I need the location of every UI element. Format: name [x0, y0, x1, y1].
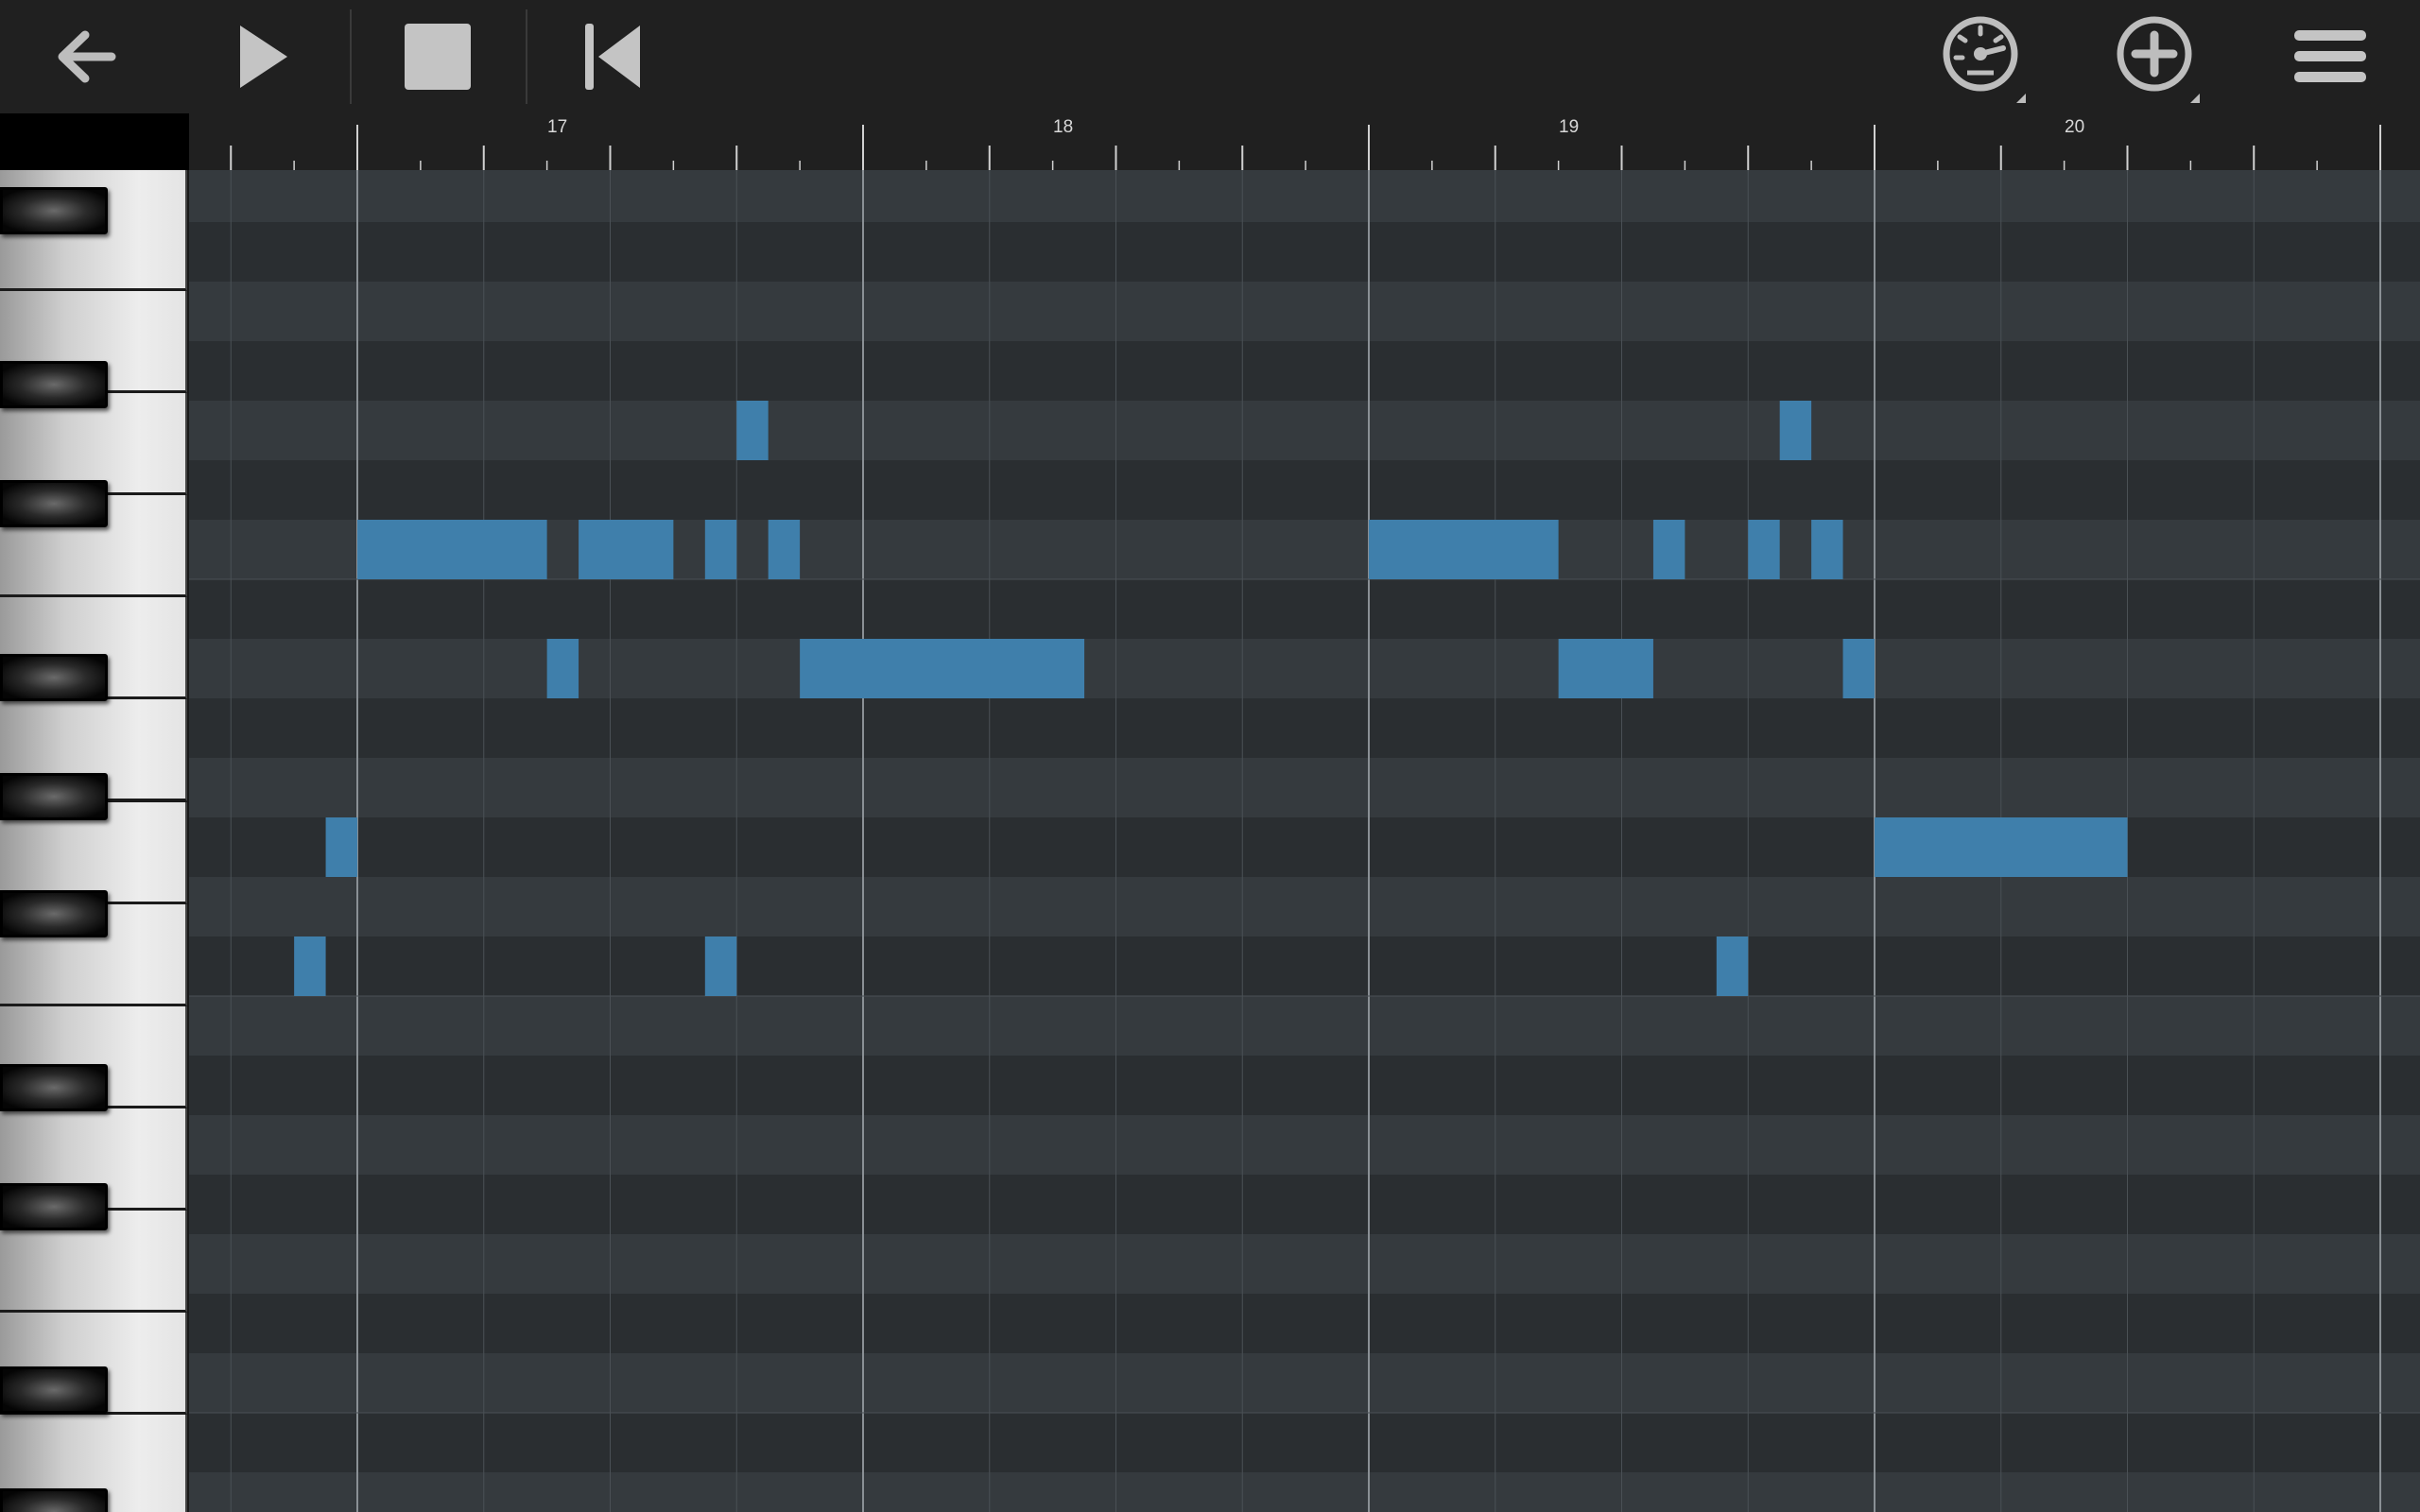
- midi-note[interactable]: [1875, 817, 2128, 877]
- midi-note[interactable]: [1716, 936, 1749, 996]
- note-grid-canvas: [189, 170, 2420, 1512]
- midi-note[interactable]: [704, 520, 737, 579]
- grid-row: [189, 282, 2420, 341]
- grid-row: [189, 877, 2420, 936]
- menu-button[interactable]: [2245, 0, 2415, 113]
- metronome-gauge-icon: [1943, 16, 2026, 103]
- black-key[interactable]: [0, 1366, 108, 1414]
- black-key[interactable]: [0, 361, 108, 408]
- grid-row: [189, 698, 2420, 758]
- grid-row: [189, 222, 2420, 282]
- midi-note[interactable]: [1779, 401, 1812, 460]
- black-key[interactable]: [0, 890, 108, 937]
- black-key[interactable]: [0, 480, 108, 527]
- black-key[interactable]: [0, 654, 108, 701]
- grid-row: [189, 579, 2420, 639]
- bar-label-20: 20: [2065, 117, 2085, 137]
- grid-row: [189, 1413, 2420, 1472]
- tempo-button[interactable]: [1898, 0, 2068, 113]
- midi-note[interactable]: [325, 817, 357, 877]
- stop-icon: [405, 24, 471, 90]
- rewind-button[interactable]: [529, 0, 700, 113]
- bar-label-17: 17: [547, 117, 568, 137]
- midi-note[interactable]: [800, 639, 1085, 698]
- black-key[interactable]: [0, 1064, 108, 1111]
- toolbar-separator: [350, 9, 352, 104]
- grid-row: [189, 170, 2420, 222]
- midi-note[interactable]: [1748, 520, 1780, 579]
- note-grid[interactable]: [189, 170, 2420, 1512]
- arrow-left-icon: [58, 30, 116, 83]
- toolbar-separator: [526, 9, 527, 104]
- bar-label-19: 19: [1559, 117, 1580, 137]
- add-button[interactable]: [2072, 0, 2242, 113]
- grid-row: [189, 1472, 2420, 1512]
- black-key[interactable]: [0, 1488, 108, 1512]
- back-button[interactable]: [3, 0, 173, 113]
- grid-row: [189, 1294, 2420, 1353]
- grid-row: [189, 1234, 2420, 1294]
- grid-row: [189, 460, 2420, 520]
- grid-row: [189, 341, 2420, 401]
- grid-row: [189, 996, 2420, 1056]
- grid-row: [189, 1115, 2420, 1175]
- skip-to-start-icon: [585, 24, 640, 90]
- midi-note[interactable]: [579, 520, 674, 579]
- black-key[interactable]: [0, 1183, 108, 1230]
- grid-row: [189, 1353, 2420, 1413]
- ruler-ticks: [230, 125, 2381, 170]
- grid-row: [189, 936, 2420, 996]
- play-button[interactable]: [175, 0, 345, 113]
- midi-note[interactable]: [1842, 639, 1875, 698]
- grid-row: [189, 401, 2420, 460]
- plus-circle-icon: [2117, 16, 2200, 103]
- midi-note[interactable]: [546, 639, 579, 698]
- ruler-corner: [0, 113, 189, 170]
- midi-note[interactable]: [1811, 520, 1843, 579]
- midi-note[interactable]: [1558, 639, 1653, 698]
- grid-row: [189, 758, 2420, 817]
- timeline-ruler[interactable]: 17 18 19 20: [189, 113, 2420, 170]
- stop-button[interactable]: [353, 0, 523, 113]
- midi-note[interactable]: [1369, 520, 1559, 579]
- grid-row: [189, 1056, 2420, 1115]
- grid-row: [189, 639, 2420, 698]
- grid-row: [189, 1175, 2420, 1234]
- piano-keyboard[interactable]: [0, 170, 189, 1512]
- black-key[interactable]: [0, 187, 108, 234]
- hamburger-menu-icon: [2294, 30, 2366, 82]
- midi-note[interactable]: [736, 401, 769, 460]
- midi-note[interactable]: [704, 936, 737, 996]
- toolbar: [0, 0, 2420, 113]
- play-icon: [240, 26, 287, 88]
- midi-note[interactable]: [1652, 520, 1685, 579]
- midi-note[interactable]: [294, 936, 326, 996]
- bar-label-18: 18: [1053, 117, 1074, 137]
- black-key[interactable]: [0, 773, 108, 820]
- midi-note[interactable]: [357, 520, 547, 579]
- midi-note[interactable]: [768, 520, 801, 579]
